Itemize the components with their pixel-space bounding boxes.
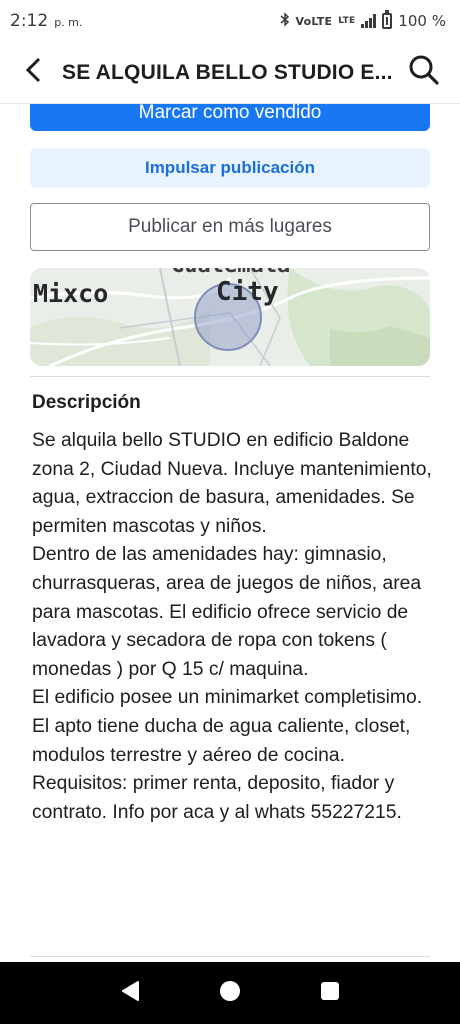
nav-recents-button[interactable] [310, 973, 350, 1013]
signal-icon [361, 14, 377, 28]
app-header: SE ALQUILA BELLO STUDIO E... [0, 42, 460, 104]
divider [30, 956, 430, 957]
back-button[interactable] [18, 57, 48, 88]
page-title: SE ALQUILA BELLO STUDIO E... [62, 60, 393, 84]
back-arrow-icon [24, 57, 42, 88]
nav-home-button[interactable] [210, 973, 250, 1013]
map-label-city: City [216, 277, 279, 307]
system-nav-bar [0, 962, 460, 1024]
nav-back-icon [120, 980, 140, 1007]
status-bar: 2:12 p. m. VoLTE LTE 100 % [0, 0, 460, 42]
search-button[interactable] [406, 55, 442, 91]
description-paragraph: El edificio posee un minimarket completi… [32, 687, 423, 766]
volte-label: VoLTE [295, 14, 333, 28]
status-time: 2:12 [10, 11, 49, 31]
nav-back-button[interactable] [110, 973, 150, 1013]
description-heading: Descripción [32, 392, 141, 413]
boost-listing-button[interactable]: Impulsar publicación [30, 148, 430, 188]
battery-level: 100 % [398, 12, 446, 30]
nav-home-icon [219, 980, 241, 1007]
description-paragraph: Dentro de las amenidades hay: gimnasio, … [32, 544, 422, 680]
publish-more-places-button[interactable]: Publicar en más lugares [30, 203, 430, 251]
description-paragraph: Requisitos: primer renta, deposito, fiad… [32, 773, 402, 823]
status-ampm: p. m. [54, 16, 83, 29]
mark-sold-button[interactable]: Marcar como vendido [30, 104, 430, 131]
description-paragraph: Se alquila bello STUDIO en edificio Bald… [32, 430, 432, 537]
divider [30, 376, 430, 377]
bluetooth-icon [280, 11, 290, 31]
description-text: Se alquila bello STUDIO en edificio Bald… [32, 427, 434, 827]
map-label-mixco: Mixco [33, 279, 109, 308]
search-icon [408, 54, 440, 91]
nav-recents-icon [320, 981, 340, 1006]
status-left: 2:12 p. m. [10, 11, 82, 31]
battery-icon [382, 10, 393, 29]
lte-label: LTE [338, 16, 356, 26]
location-map[interactable]: Guatemala Mixco City [30, 268, 430, 366]
status-right: VoLTE LTE 100 % [280, 10, 446, 31]
listing-content: Marcar como vendido Impulsar publicación… [0, 104, 460, 962]
